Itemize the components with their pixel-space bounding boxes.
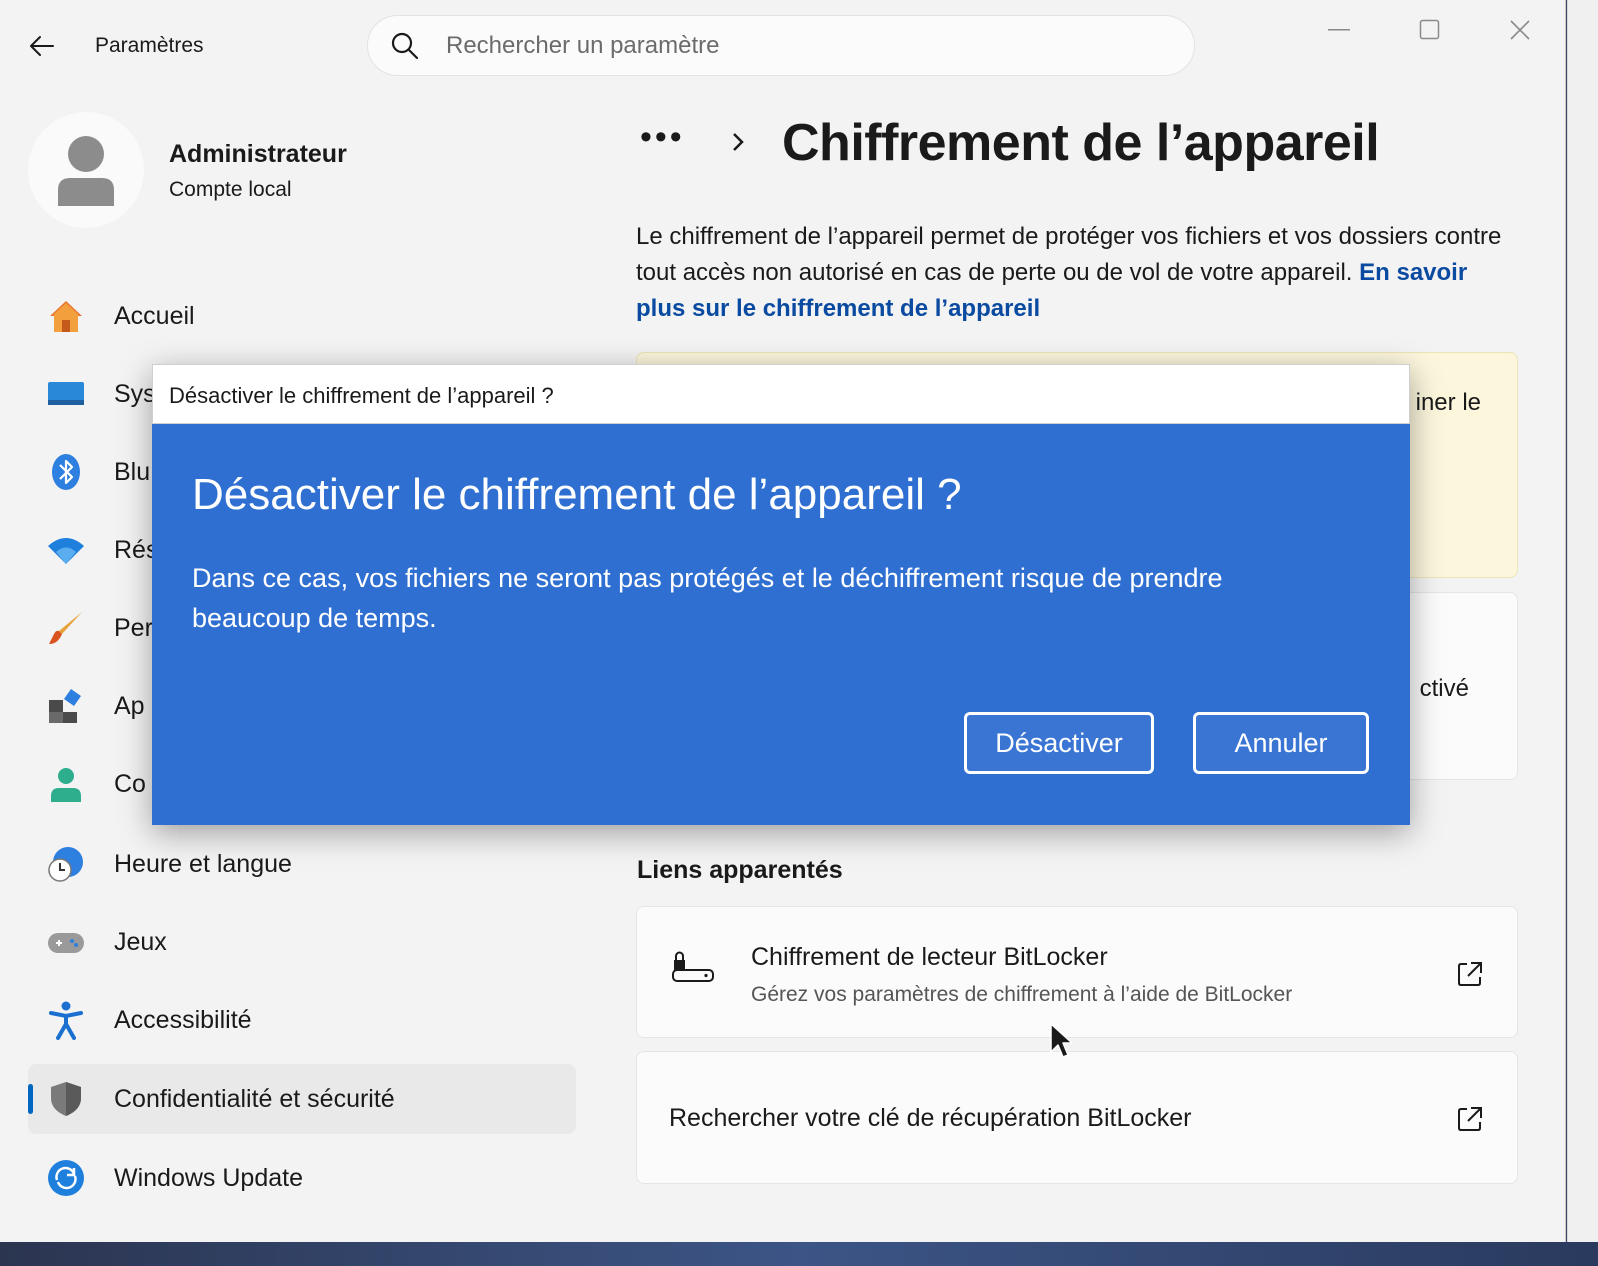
- close-button[interactable]: [1480, 10, 1560, 50]
- sidebar-item-label: Accessibilité: [114, 1006, 252, 1034]
- minimize-button[interactable]: [1300, 10, 1380, 50]
- home-icon: [50, 301, 82, 332]
- update-icon: [48, 1160, 84, 1196]
- mouse-cursor-icon: [1050, 1023, 1073, 1058]
- back-button[interactable]: [22, 26, 62, 66]
- sidebar-item-label: Confidentialité et sécurité: [114, 1085, 395, 1113]
- disable-encryption-dialog: Désactiver le chiffrement de l’appareil …: [152, 364, 1410, 825]
- person-icon: [51, 768, 81, 802]
- sidebar-item-label: Ap: [114, 692, 145, 720]
- sidebar-item-privacy-security[interactable]: Confidentialité et sécurité: [28, 1064, 576, 1134]
- sidebar-item-label: Sys: [114, 380, 156, 408]
- gamepad-icon: [48, 933, 84, 953]
- sidebar-item-label: Blu: [114, 458, 151, 486]
- account-type: Compte local: [169, 178, 292, 201]
- active-indicator: [28, 1084, 33, 1114]
- search-box[interactable]: [367, 15, 1195, 76]
- avatar[interactable]: [28, 112, 144, 228]
- sidebar-item-label: Windows Update: [114, 1164, 303, 1192]
- search-input[interactable]: [446, 26, 1146, 66]
- brush-icon: [49, 612, 82, 644]
- external-link-icon: [1458, 1107, 1482, 1131]
- dialog-window-title: Désactiver le chiffrement de l’appareil …: [169, 383, 554, 408]
- external-link-icon: [1458, 962, 1482, 986]
- clock-globe-icon: [48, 847, 83, 882]
- shield-icon: [51, 1082, 81, 1116]
- settings-window: Paramètres Administrateur Compte local A…: [0, 0, 1566, 1242]
- sidebar-item-label: Heure et langue: [114, 850, 292, 878]
- wifi-icon: [48, 538, 84, 564]
- maximize-icon: [1419, 19, 1440, 40]
- page-description: Le chiffrement de l’appareil permet de p…: [636, 219, 1516, 327]
- sidebar-item-accueil[interactable]: Accueil: [28, 281, 576, 351]
- dialog-body: Désactiver le chiffrement de l’appareil …: [152, 424, 1410, 825]
- link-title: Rechercher votre clé de récupération Bit…: [669, 1104, 1192, 1132]
- accessibility-icon: [49, 1001, 83, 1040]
- warning-text: iner le: [1415, 389, 1481, 416]
- sidebar-item-accessibility[interactable]: Accessibilité: [28, 985, 576, 1055]
- search-icon: [391, 32, 419, 60]
- sidebar-item-time-language[interactable]: Heure et langue: [28, 829, 576, 899]
- bluetooth-icon: [52, 454, 80, 490]
- sidebar-item-label: Per: [114, 614, 153, 642]
- link-subtitle: Gérez vos paramètres de chiffrement à l’…: [751, 983, 1293, 1006]
- link-title: Chiffrement de lecteur BitLocker: [751, 943, 1108, 971]
- cancel-button[interactable]: Annuler: [1193, 712, 1369, 774]
- dialog-titlebar[interactable]: Désactiver le chiffrement de l’appareil …: [152, 364, 1410, 424]
- sidebar-item-gaming[interactable]: Jeux: [28, 907, 576, 977]
- apps-icon: [49, 689, 81, 723]
- close-icon: [1510, 20, 1530, 40]
- maximize-button[interactable]: [1390, 10, 1470, 50]
- status-text: ctivé: [1419, 675, 1469, 702]
- window-edge: [1567, 0, 1598, 1242]
- back-arrow-icon: [30, 36, 54, 56]
- sidebar-item-label: Jeux: [114, 928, 167, 956]
- chevron-right-icon: [733, 133, 744, 151]
- recovery-key-link-card[interactable]: Rechercher votre clé de récupération Bit…: [636, 1051, 1518, 1184]
- drive-lock-icon: [672, 951, 714, 982]
- sidebar-item-windows-update[interactable]: Windows Update: [28, 1143, 576, 1213]
- dialog-heading: Désactiver le chiffrement de l’appareil …: [192, 470, 962, 519]
- dialog-message: Dans ce cas, vos fichiers ne seront pas …: [192, 563, 1223, 633]
- bitlocker-link-card[interactable]: Chiffrement de lecteur BitLocker Gérez v…: [636, 906, 1518, 1038]
- system-icon: [48, 382, 84, 405]
- taskbar-edge: [0, 1242, 1598, 1266]
- minimize-icon: [1328, 29, 1350, 31]
- page-title: Chiffrement de l’appareil: [782, 114, 1380, 172]
- user-name: Administrateur: [169, 140, 347, 168]
- app-title: Paramètres: [95, 34, 204, 57]
- related-links-heading: Liens apparentés: [637, 856, 843, 884]
- confirm-disable-button[interactable]: Désactiver: [964, 712, 1154, 774]
- user-avatar-icon: [58, 136, 114, 206]
- sidebar-item-label: Accueil: [114, 302, 195, 330]
- sidebar-item-label: Co: [114, 770, 146, 798]
- breadcrumb-more-button[interactable]: •••: [640, 118, 685, 157]
